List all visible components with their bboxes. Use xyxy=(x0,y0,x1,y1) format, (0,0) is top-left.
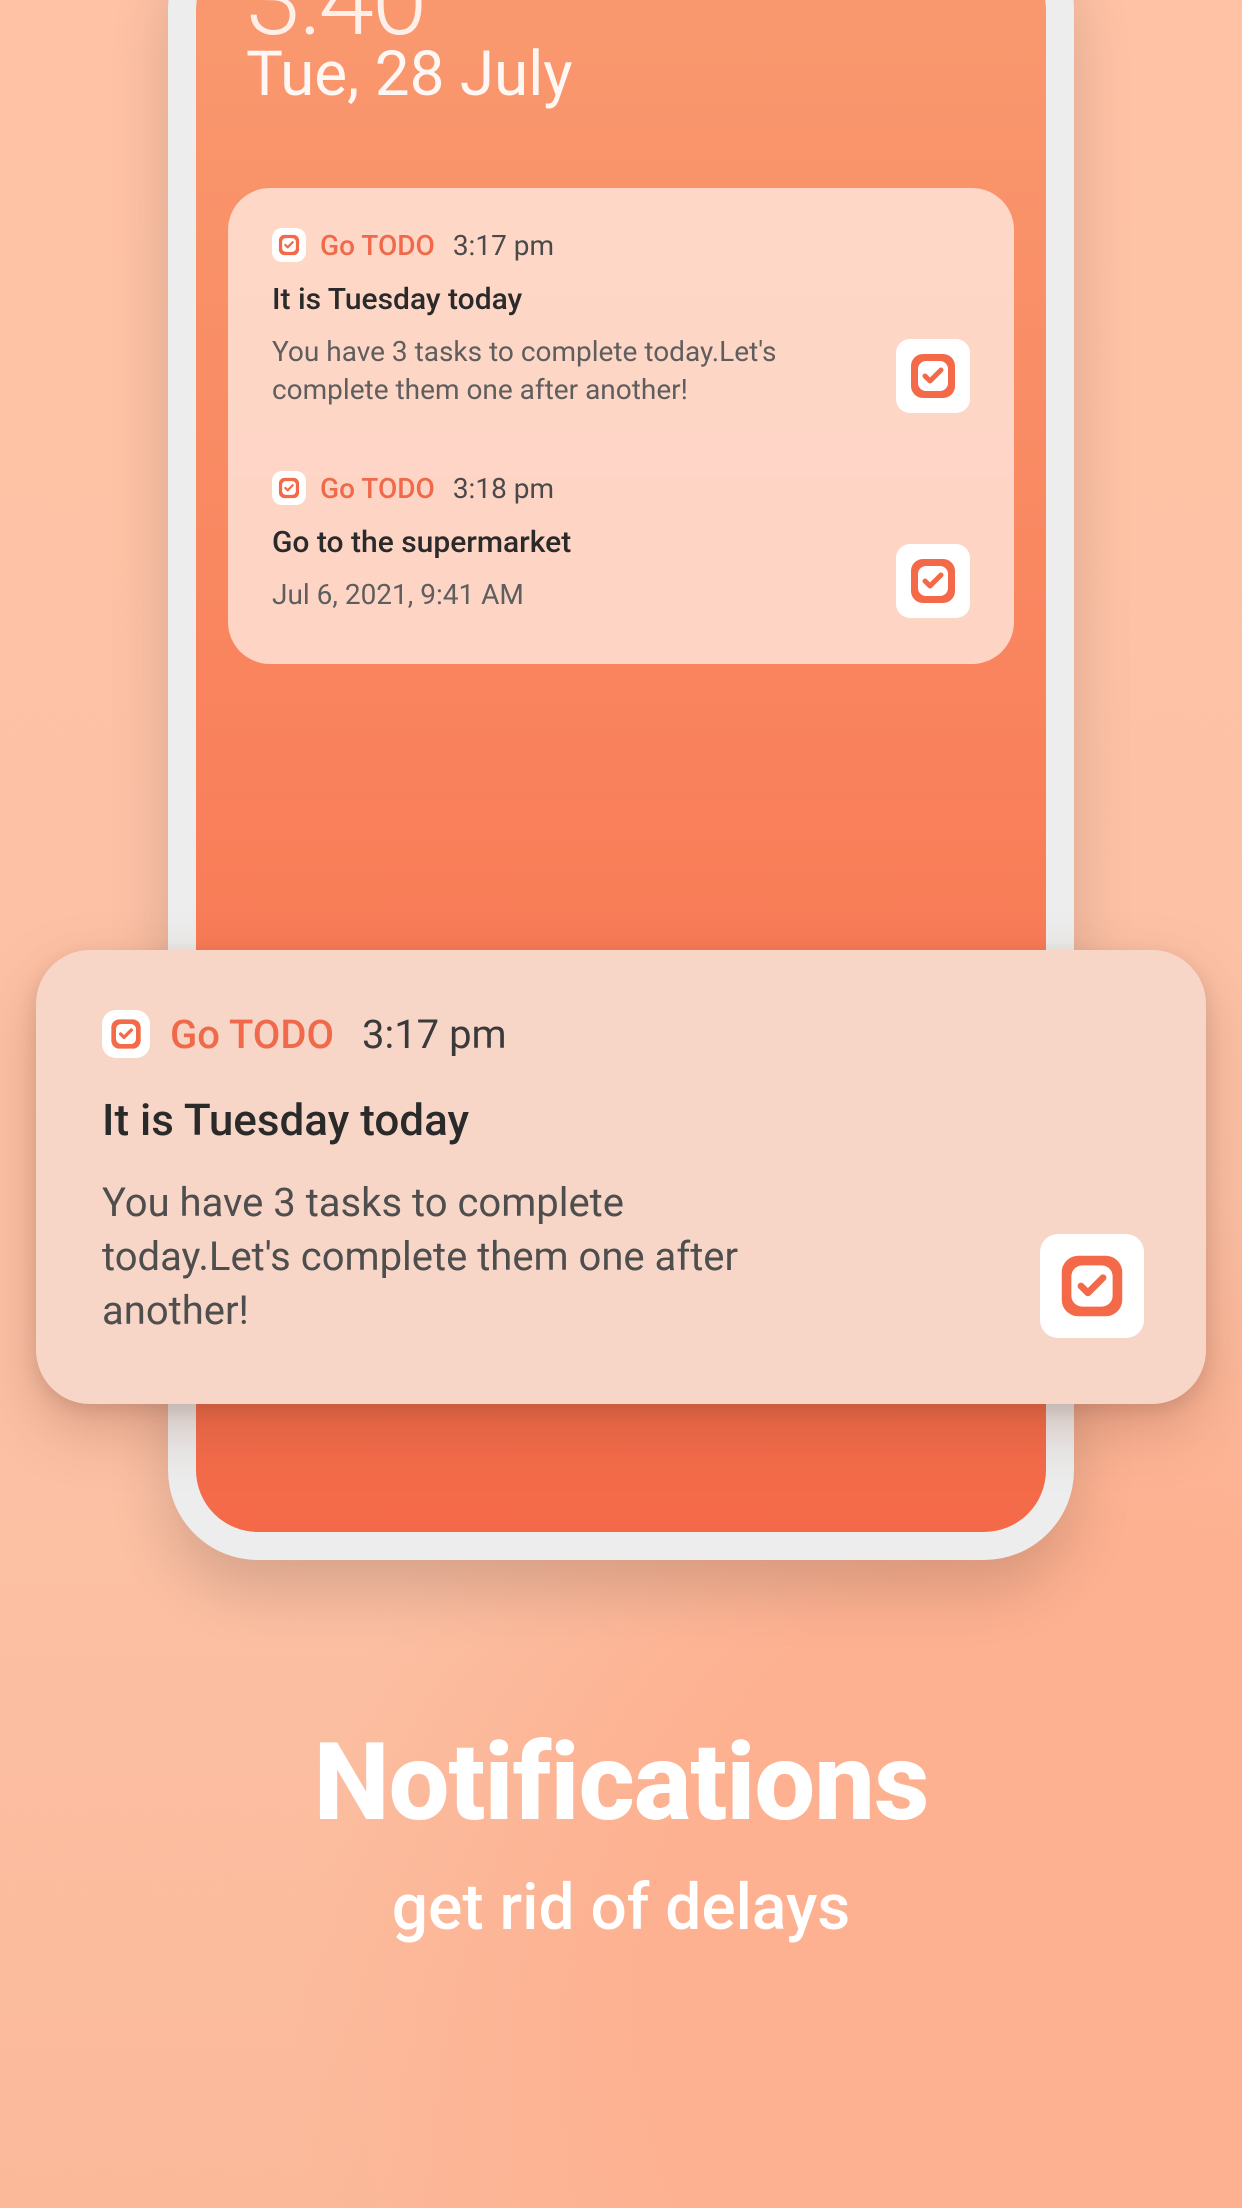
app-name-label: Go TODO xyxy=(170,1011,334,1058)
app-name-label: Go TODO xyxy=(320,472,435,505)
notification-title: It is Tuesday today xyxy=(272,282,970,317)
app-icon xyxy=(102,1010,150,1058)
notification-header: Go TODO 3:17 pm xyxy=(272,228,970,262)
notification-thumb-icon xyxy=(896,339,970,413)
notification-thumb-icon xyxy=(1040,1234,1144,1338)
notification-thumb-icon xyxy=(896,544,970,618)
app-icon xyxy=(272,471,306,505)
notification-time: 3:17 pm xyxy=(362,1011,507,1058)
notification-header: Go TODO 3:18 pm xyxy=(272,471,970,505)
notification-time: 3:17 pm xyxy=(453,229,554,262)
notification-header: Go TODO 3:17 pm xyxy=(102,1010,1140,1058)
notification-body: Jul 6, 2021, 9:41 AM xyxy=(272,576,792,614)
notification-card[interactable]: Go TODO 3:18 pm Go to the supermarket Ju… xyxy=(272,471,970,614)
app-icon xyxy=(272,228,306,262)
notification-group: Go TODO 3:17 pm It is Tuesday today You … xyxy=(228,188,1014,664)
lockscreen-date: Tue, 28 July xyxy=(246,38,573,111)
notification-card-large[interactable]: Go TODO 3:17 pm It is Tuesday today You … xyxy=(36,950,1206,1404)
notification-card[interactable]: Go TODO 3:17 pm It is Tuesday today You … xyxy=(272,228,970,409)
app-name-label: Go TODO xyxy=(320,229,435,262)
promo-subline: get rid of delays xyxy=(0,1870,1242,1945)
notification-body: You have 3 tasks to complete today.Let's… xyxy=(102,1176,822,1338)
notification-title: Go to the supermarket xyxy=(272,525,970,560)
notification-title: It is Tuesday today xyxy=(102,1094,1140,1146)
notification-body: You have 3 tasks to complete today.Let's… xyxy=(272,333,792,409)
notification-time: 3:18 pm xyxy=(453,472,554,505)
promo-headline: Notifications xyxy=(0,1720,1242,1846)
